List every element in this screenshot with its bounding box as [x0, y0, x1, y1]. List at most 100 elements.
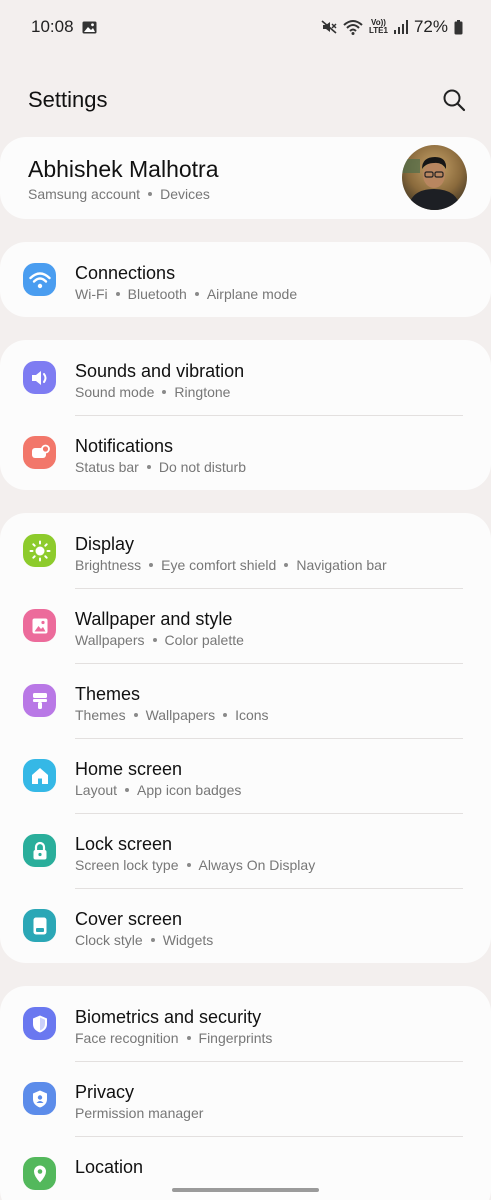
- separator-dot: [223, 712, 228, 717]
- display-subtitle: Brightness Eye comfort shield Navigation b…: [75, 557, 387, 573]
- separator-dot: [148, 191, 153, 196]
- header: Settings: [0, 78, 491, 122]
- home-screen-subtitle: Layout App icon badges: [75, 782, 241, 798]
- themes-title: Themes: [75, 684, 141, 704]
- wifi-icon: [23, 263, 56, 296]
- settings-item-themes[interactable]: Themes Themes Wallpapers Icons: [0, 663, 491, 738]
- account-sub-devices: Devices: [160, 186, 210, 202]
- cover-screen-icon: [23, 909, 56, 942]
- sub-themes: Themes: [75, 707, 126, 723]
- sub-do-not-disturb: Do not disturb: [158, 459, 246, 475]
- account-subtitle: Samsung account Devices: [28, 186, 210, 202]
- image-icon: [23, 609, 56, 642]
- settings-item-cover-screen[interactable]: Cover screen Clock style Widgets: [0, 888, 491, 963]
- sounds-subtitle: Sound mode Ringtone: [75, 384, 230, 400]
- location-title: Location: [75, 1157, 144, 1177]
- notification-icon: [23, 436, 56, 469]
- sub-wallpapers: Wallpapers: [145, 707, 216, 723]
- settings-item-privacy[interactable]: Privacy Permission manager: [0, 1061, 491, 1136]
- sub-permission-manager: Permission manager: [75, 1105, 204, 1121]
- biometrics-title: Biometrics and security: [75, 1007, 262, 1027]
- settings-item-connections[interactable]: Connections Wi-Fi Bluetooth Airplane mode: [0, 242, 491, 317]
- sub-widgets: Widgets: [162, 932, 214, 948]
- connections-title: Connections: [75, 263, 176, 283]
- wallpaper-subtitle: Wallpapers Color palette: [75, 632, 244, 648]
- connections-subtitle: Wi-Fi Bluetooth Airplane mode: [75, 286, 297, 302]
- separator-dot: [194, 291, 199, 296]
- sub-eye-comfort-shield: Eye comfort shield: [161, 557, 277, 573]
- wallpaper-title: Wallpaper and style: [75, 609, 233, 629]
- brush-icon: [23, 684, 56, 717]
- account-name: Abhishek Malhotra: [28, 156, 219, 182]
- page-title: Settings: [28, 87, 108, 112]
- sub-ringtone: Ringtone: [174, 384, 231, 400]
- settings-item-notifications[interactable]: Notifications Status bar Do not disturb: [0, 415, 491, 490]
- battery-icon: [454, 19, 463, 35]
- separator-dot: [186, 1035, 191, 1040]
- separator-dot: [149, 562, 154, 567]
- privacy-title: Privacy: [75, 1082, 135, 1102]
- sub-airplane-mode: Airplane mode: [206, 286, 298, 302]
- separator-dot: [284, 562, 289, 567]
- sun-icon: [23, 534, 56, 567]
- location-pin-icon: [23, 1157, 56, 1190]
- battery-percentage: 72%: [413, 17, 448, 36]
- shield-icon: [23, 1007, 56, 1040]
- sub-wallpapers: Wallpapers: [75, 632, 145, 648]
- settings-item-wallpaper[interactable]: Wallpaper and style Wallpapers Color pale…: [0, 588, 491, 663]
- separator-dot: [133, 712, 138, 717]
- sub-screen-lock-type: Screen lock type: [75, 857, 179, 873]
- cover-screen-subtitle: Clock style Widgets: [75, 932, 213, 948]
- notifications-subtitle: Status bar Do not disturb: [75, 459, 246, 475]
- settings-item-biometrics[interactable]: Biometrics and security Face recognition…: [0, 986, 491, 1061]
- privacy-subtitle: Permission manager: [75, 1105, 203, 1121]
- gallery-notification-icon: [82, 21, 97, 34]
- account-sub-samsung: Samsung account: [28, 186, 141, 202]
- sub-always-on-display: Always On Display: [198, 857, 316, 873]
- separator-dot: [162, 389, 167, 394]
- settings-item-display[interactable]: Display Brightness Eye comfort shield Navi…: [0, 513, 491, 588]
- search-icon: [443, 89, 466, 112]
- home-indicator[interactable]: [172, 1188, 319, 1192]
- status-icons: Vo)) LTE1 72%: [321, 17, 463, 37]
- sub-sound-mode: Sound mode: [75, 384, 155, 400]
- settings-item-sounds[interactable]: Sounds and vibration Sound mode Ringtone: [0, 340, 491, 415]
- cover-screen-title: Cover screen: [75, 909, 183, 929]
- search-button[interactable]: [441, 87, 467, 113]
- sub-status-bar: Status bar: [75, 459, 139, 475]
- speaker-icon: [23, 361, 56, 394]
- sounds-title: Sounds and vibration: [75, 361, 245, 381]
- sub-clock-style: Clock style: [75, 932, 143, 948]
- sub-bluetooth: Bluetooth: [127, 286, 187, 302]
- settings-item-lock-screen[interactable]: Lock screen Screen lock type Always On Di…: [0, 813, 491, 888]
- sub-layout: Layout: [75, 782, 118, 798]
- avatar[interactable]: [402, 145, 467, 210]
- sub-color-palette: Color palette: [164, 632, 244, 648]
- lock-icon: [23, 834, 56, 867]
- sub-brightness: Brightness: [75, 557, 142, 573]
- lock-screen-title: Lock screen: [75, 834, 173, 854]
- settings-item-home-screen[interactable]: Home screen Layout App icon badges: [0, 738, 491, 813]
- mute-icon: [321, 19, 337, 35]
- themes-subtitle: Themes Wallpapers Icons: [75, 707, 269, 723]
- sub-navigation-bar: Navigation bar: [296, 557, 387, 573]
- status-bar: 10:08 Vo)) LTE1 72%: [0, 0, 491, 54]
- lock-screen-subtitle: Screen lock type Always On Display: [75, 857, 315, 873]
- sub-icons: Icons: [235, 707, 269, 723]
- sub-wifi: Wi-Fi: [75, 286, 108, 302]
- separator-dot: [150, 937, 155, 942]
- wifi-status-icon: [343, 19, 363, 35]
- separator-dot: [125, 787, 130, 792]
- home-screen-title: Home screen: [75, 759, 183, 779]
- home-icon: [23, 759, 56, 792]
- signal-icon: [393, 20, 408, 34]
- display-title: Display: [75, 534, 135, 554]
- separator-dot: [146, 464, 151, 469]
- notifications-title: Notifications: [75, 436, 174, 456]
- sub-app-icon-badges: App icon badges: [137, 782, 242, 798]
- volte-indicator: Vo)) LTE1: [369, 19, 388, 35]
- separator-dot: [115, 291, 120, 296]
- separator-dot: [186, 862, 191, 867]
- status-time: 10:08: [31, 17, 74, 36]
- sub-fingerprints: Fingerprints: [198, 1030, 273, 1046]
